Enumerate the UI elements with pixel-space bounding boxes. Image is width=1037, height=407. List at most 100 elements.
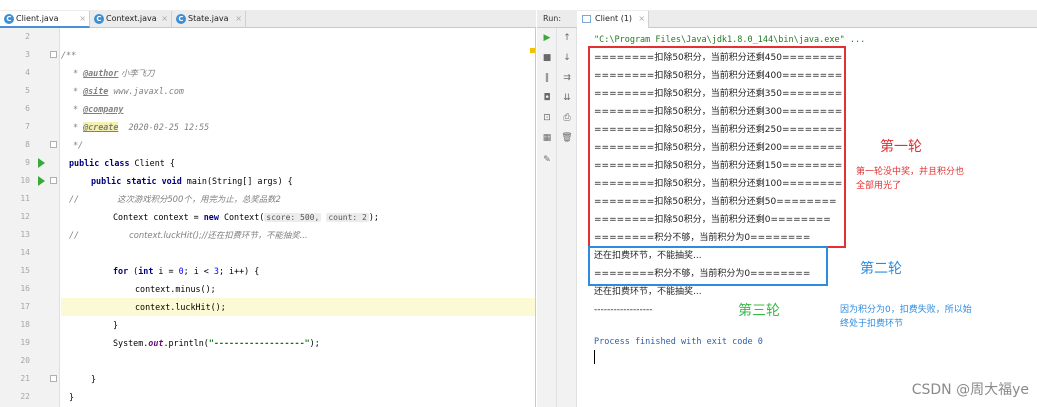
doc-site-value: www.javaxl.com [108,86,184,96]
line-comment-marker: // [69,194,80,204]
keyword-int: int [138,266,154,276]
keyword-public-static-void: public static void [91,176,182,186]
line-number: 17 [20,302,30,311]
close-icon[interactable]: × [638,11,645,27]
fold-icon[interactable] [50,141,57,148]
line-number: 18 [20,320,30,329]
scroll-to-end-icon[interactable]: ⇊ [561,92,573,104]
main-close-brace: } [91,374,97,384]
run-panel: Run: Client (1) × ▶ ■ ‖ ◘ ⊡ ▦ ✎ ↑ ↓ ⇉ ⇊ … [537,10,1037,407]
context-decl: Context context = [113,212,204,222]
line-number: 11 [20,194,30,203]
string-dashes: "------------------" [208,338,310,348]
line-number: 10 [20,176,30,185]
warning-marker[interactable] [530,48,535,53]
tab-run-client[interactable]: Client (1) × [577,11,650,28]
line-number: 13 [20,230,30,239]
print-icon[interactable]: ⎙ [561,112,573,124]
round-two-box [588,246,828,286]
fold-icon[interactable] [50,51,57,58]
line-number: 12 [20,212,30,221]
run-tab-bar: Run: Client (1) × [537,10,1037,28]
line-comment-marker: // [69,230,80,240]
scroll-up-icon[interactable]: ↑ [561,32,573,44]
soft-wrap-icon[interactable]: ⇉ [561,72,573,84]
param-hint-count: count: 2 [326,213,369,222]
doc-author-value: 小李飞刀 [118,68,155,78]
csdn-watermark: CSDN @周大福ye [911,382,1029,398]
comment-luckhit: context.luckHit();//还在扣费环节，不能抽奖... [129,230,308,240]
doc-comment-open: /** [61,50,77,60]
round-one-label: 第一轮 [880,139,922,155]
class-icon: C [94,14,104,24]
doc-tag-company: @company [83,104,124,114]
line-number: 16 [20,284,30,293]
doc-tag-create: @create [83,122,119,132]
close-icon[interactable]: × [79,11,86,27]
pause-icon[interactable]: ‖ [541,72,553,84]
console-line: ------------------ [594,305,653,315]
tab-client-java[interactable]: C Client.java × [0,11,90,28]
text-cursor [594,350,595,364]
line-number: 3 [25,50,30,59]
doc-tag-site: @site [83,86,109,96]
stop-icon[interactable]: ■ [541,52,553,64]
line-number: 6 [25,104,30,113]
doc-tag-author: @author [83,68,119,78]
line-number-gutter: 2 3 4 5 6 7 8 9 10 11 12 13 14 15 16 17 … [0,28,60,407]
for-close-brace: } [113,320,119,330]
scroll-down-icon[interactable]: ↓ [561,52,573,64]
round-three-note-line1: 因为积分为0，扣费失败，所以始 [840,305,972,315]
top-caption-strip [0,0,1037,10]
run-label: Run: [543,14,562,23]
line-number: 19 [20,338,30,347]
layout-icon[interactable]: ▦ [541,132,553,144]
field-out: out [148,338,164,348]
camera-icon[interactable]: ◘ [541,92,553,104]
tab-state-java[interactable]: C State.java × [172,11,246,28]
round-one-note-line1: 第一轮没中奖，并且积分也 [856,167,965,177]
close-icon[interactable]: × [235,11,242,27]
keyword-new: new [203,212,219,222]
current-line-highlight: context.luckHit(); [61,298,535,316]
comment-game-score: 这次游戏积分500个，用完为止，总奖品数2 [117,194,281,204]
fold-icon[interactable] [50,375,57,382]
tab-context-java[interactable]: C Context.java × [90,11,172,28]
line-number: 9 [25,158,30,167]
class-icon: C [4,14,14,24]
keyword-for: for [113,266,129,276]
keyword-public-class: public class [69,158,130,168]
restore-layout-icon[interactable]: ⊡ [541,112,553,124]
pin-icon[interactable]: ✎ [541,154,553,166]
run-toolbar: ▶ ■ ‖ ◘ ⊡ ▦ ✎ [537,28,557,407]
round-two-label: 第二轮 [860,261,902,277]
console-line: 还在扣费环节，不能抽奖... [594,287,702,297]
class-declaration: Client { [129,158,175,168]
code-area[interactable]: /** * @author 小李飞刀 * @site www.javaxl.co… [61,28,535,407]
call-luckhit: context.luckHit(); [135,302,226,312]
line-number: 2 [25,32,30,41]
run-main-icon[interactable] [38,176,45,186]
doc-create-value: 2020-02-25 12:55 [118,122,210,132]
line-number: 20 [20,356,30,365]
round-three-note-line2: 终处于扣费环节 [840,319,904,329]
line-number: 7 [25,122,30,131]
line-number: 21 [20,374,30,383]
round-one-note-line2: 全部用光了 [856,181,902,191]
call-minus: context.minus(); [135,284,216,294]
main-signature: main(String[] args) { [181,176,293,186]
editor-tab-bar: C Client.java × C Context.java × C State… [0,10,536,28]
rerun-icon[interactable]: ▶ [541,32,553,44]
doc-comment-close: */ [73,140,84,150]
run-class-icon[interactable] [38,158,45,168]
fold-icon[interactable] [50,177,57,184]
close-icon[interactable]: × [161,11,168,27]
process-exit-line: Process finished with exit code 0 [594,337,763,347]
trash-icon[interactable]: 🗑 [561,132,573,144]
console-output[interactable]: "C:\Program Files\Java\jdk1.8.0_144\bin\… [578,28,1037,407]
class-icon: C [176,14,186,24]
line-number: 15 [20,266,30,275]
line-number: 4 [25,68,30,77]
code-editor: C Client.java × C Context.java × C State… [0,10,536,407]
console-icon [582,15,591,23]
